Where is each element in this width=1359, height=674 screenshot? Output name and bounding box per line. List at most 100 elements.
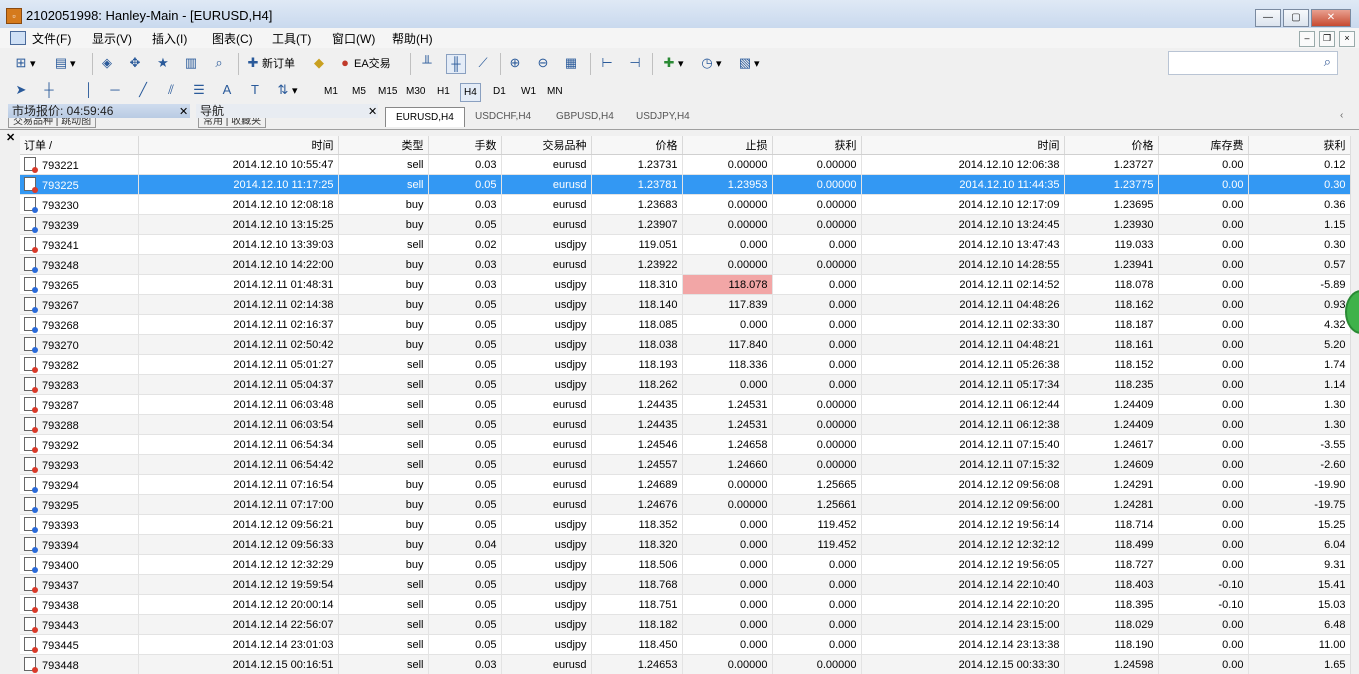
terminal-icon[interactable]: ▥ [182, 54, 200, 72]
menu-insert[interactable]: 插入(I) [152, 30, 187, 47]
navigator-icon[interactable]: ★ [154, 54, 172, 72]
timeframe-m1[interactable]: M1 [321, 83, 341, 100]
table-row[interactable]: 793294 2014.12.11 07:16:54 buy 0.05 eurusd 1.… [20, 474, 1350, 495]
market-watch-icon[interactable]: ◈ [98, 54, 116, 72]
table-row[interactable]: 793445 2014.12.14 23:01:03 sell 0.05 usdjpy 1… [20, 634, 1350, 655]
menu-help[interactable]: 帮助(H) [392, 30, 433, 47]
col-symbol[interactable]: 交易品种 [501, 136, 592, 155]
table-row[interactable]: 793230 2014.12.10 12:08:18 buy 0.03 eurusd 1.… [20, 194, 1350, 215]
table-row[interactable]: 793225 2014.12.10 11:17:25 sell 0.05 eurusd 1… [20, 174, 1350, 195]
col-type[interactable]: 类型 [338, 136, 429, 155]
vertical-line-icon[interactable]: │ [80, 81, 98, 99]
table-row[interactable]: 793268 2014.12.11 02:16:37 buy 0.05 usdjpy 11… [20, 314, 1350, 335]
maximize-button[interactable]: ▢ [1283, 9, 1309, 27]
profiles-icon[interactable]: ▤ [52, 54, 70, 72]
new-order-button[interactable]: ✚ 新订单 [244, 54, 295, 74]
table-row[interactable]: 793443 2014.12.14 22:56:07 sell 0.05 usdjpy 1… [20, 614, 1350, 635]
table-row[interactable]: 793400 2014.12.12 12:32:29 buy 0.05 usdjpy 11… [20, 554, 1350, 575]
zoom-in-icon[interactable]: ⊕ [506, 54, 524, 72]
table-row[interactable]: 793241 2014.12.10 13:39:03 sell 0.02 usdjpy 1… [20, 234, 1350, 255]
mdi-restore-button[interactable]: ❐ [1319, 31, 1335, 47]
chart-tab-gbpusd[interactable]: GBPUSD,H4 [546, 107, 624, 126]
table-row[interactable]: 793394 2014.12.12 09:56:33 buy 0.04 usdjpy 11… [20, 534, 1350, 555]
market-watch-close-icon[interactable]: ✕ [179, 105, 188, 118]
col-order[interactable]: 订单 / [20, 136, 139, 155]
timeframe-w1[interactable]: W1 [518, 83, 539, 100]
table-row[interactable]: 793393 2014.12.12 09:56:21 buy 0.05 usdjpy 11… [20, 514, 1350, 535]
minimize-button[interactable]: — [1255, 9, 1281, 27]
chart-tab-usdchf[interactable]: USDCHF,H4 [465, 107, 541, 126]
crosshair-icon[interactable]: ┼ [40, 81, 58, 99]
timeframe-h1[interactable]: H1 [434, 83, 453, 100]
zoom-out-icon[interactable]: ⊖ [534, 54, 552, 72]
col-close-price[interactable]: 价格 [1064, 136, 1159, 155]
timeframe-m5[interactable]: M5 [349, 83, 369, 100]
mdi-minimize-button[interactable]: – [1299, 31, 1315, 47]
timeframe-d1[interactable]: D1 [490, 83, 509, 100]
metaeditor-icon[interactable]: ◆ [310, 54, 328, 72]
table-row[interactable]: 793438 2014.12.12 20:00:14 sell 0.05 usdjpy 1… [20, 594, 1350, 615]
market-watch-header[interactable]: 市场报价: 04:59:46 [8, 104, 190, 118]
candlestick-icon[interactable]: ╫ [446, 54, 466, 74]
bar-chart-icon[interactable]: ╨ [418, 54, 436, 72]
col-take-profit[interactable]: 获利 [772, 136, 862, 155]
text-icon[interactable]: A [218, 81, 236, 99]
timeframe-m30[interactable]: M30 [403, 83, 428, 100]
navigator-header[interactable]: 导航 [196, 104, 378, 118]
col-profit[interactable]: 获利 [1248, 136, 1350, 155]
table-row[interactable]: 793265 2014.12.11 01:48:31 buy 0.03 usdjpy 11… [20, 274, 1350, 295]
menu-file[interactable]: 文件(F) [32, 30, 71, 47]
timeframe-h4[interactable]: H4 [460, 83, 481, 102]
templates-icon[interactable]: ▧ [736, 54, 754, 72]
arrows-icon[interactable]: ⇅ [274, 81, 292, 99]
indicators-icon[interactable]: ✚ [660, 54, 678, 72]
table-row[interactable]: 793267 2014.12.11 02:14:38 buy 0.05 usdjpy 11… [20, 294, 1350, 315]
navigator-tabs[interactable]: 常用 | 收藏夹 [198, 118, 267, 128]
navigator-close-icon[interactable]: ✕ [368, 105, 377, 118]
col-close-time[interactable]: 时间 [861, 136, 1065, 155]
menu-tools[interactable]: 工具(T) [272, 30, 311, 47]
search-input[interactable]: ⌕ [1168, 51, 1338, 75]
table-row[interactable]: 793248 2014.12.10 14:22:00 buy 0.03 eurusd 1.… [20, 254, 1350, 275]
timeframe-mn[interactable]: MN [544, 83, 566, 100]
table-row[interactable]: 793288 2014.12.11 06:03:54 sell 0.05 eurusd 1… [20, 414, 1350, 435]
table-row[interactable]: 793292 2014.12.11 06:54:34 sell 0.05 eurusd 1… [20, 434, 1350, 455]
table-row[interactable]: 793282 2014.12.11 05:01:27 sell 0.05 usdjpy 1… [20, 354, 1350, 375]
strategy-tester-icon[interactable]: ⌕ [210, 54, 228, 72]
auto-scroll-icon[interactable]: ⊣ [626, 54, 644, 72]
menu-window[interactable]: 窗口(W) [332, 30, 375, 47]
ea-trading-button[interactable]: ● EA交易 [336, 54, 391, 74]
mdi-window-icon[interactable] [10, 31, 26, 45]
tab-scroll-left-icon[interactable]: ‹ [1340, 110, 1343, 121]
table-row[interactable]: 793448 2014.12.15 00:16:51 sell 0.03 eurusd 1… [20, 654, 1350, 674]
trend-line-icon[interactable]: ╱ [134, 81, 152, 99]
table-row[interactable]: 793295 2014.12.11 07:17:00 buy 0.05 eurusd 1.… [20, 494, 1350, 515]
table-row[interactable]: 793293 2014.12.11 06:54:42 sell 0.05 eurusd 1… [20, 454, 1350, 475]
table-row[interactable]: 793239 2014.12.10 13:15:25 buy 0.05 eurusd 1.… [20, 214, 1350, 235]
timeframe-m15[interactable]: M15 [375, 83, 400, 100]
line-chart-icon[interactable]: ⟋ [474, 54, 492, 72]
terminal-close-icon[interactable]: ✕ [6, 131, 15, 144]
table-row[interactable]: 793270 2014.12.11 02:50:42 buy 0.05 usdjpy 11… [20, 334, 1350, 355]
col-open-price[interactable]: 价格 [591, 136, 683, 155]
close-button[interactable]: ✕ [1311, 9, 1351, 27]
periods-clock-icon[interactable]: ◷ [698, 54, 716, 72]
menu-charts[interactable]: 图表(C) [212, 30, 253, 47]
market-watch-tabs[interactable]: 交易品种 | 跳动图 [8, 118, 97, 128]
mdi-close-button[interactable]: × [1339, 31, 1355, 47]
cursor-icon[interactable]: ➤ [12, 81, 30, 99]
text-label-icon[interactable]: T [246, 81, 264, 99]
table-row[interactable]: 793221 2014.12.10 10:55:47 sell 0.03 eurusd 1… [20, 154, 1350, 175]
chart-tab-eurusd[interactable]: EURUSD,H4 [385, 107, 465, 127]
tile-windows-icon[interactable]: ▦ [562, 54, 580, 72]
table-scrollbar[interactable] [1350, 136, 1359, 674]
fibonacci-icon[interactable]: ☰ [190, 81, 208, 99]
horizontal-line-icon[interactable]: ─ [106, 81, 124, 99]
col-stop-loss[interactable]: 止损 [682, 136, 773, 155]
col-lots[interactable]: 手数 [428, 136, 502, 155]
chart-shift-icon[interactable]: ⊢ [598, 54, 616, 72]
new-chart-icon[interactable]: ⊞ [12, 54, 30, 72]
equidistant-channel-icon[interactable]: ⫽ [162, 81, 180, 99]
table-row[interactable]: 793283 2014.12.11 05:04:37 sell 0.05 usdjpy 1… [20, 374, 1350, 395]
table-row[interactable]: 793287 2014.12.11 06:03:48 sell 0.05 eurusd 1… [20, 394, 1350, 415]
